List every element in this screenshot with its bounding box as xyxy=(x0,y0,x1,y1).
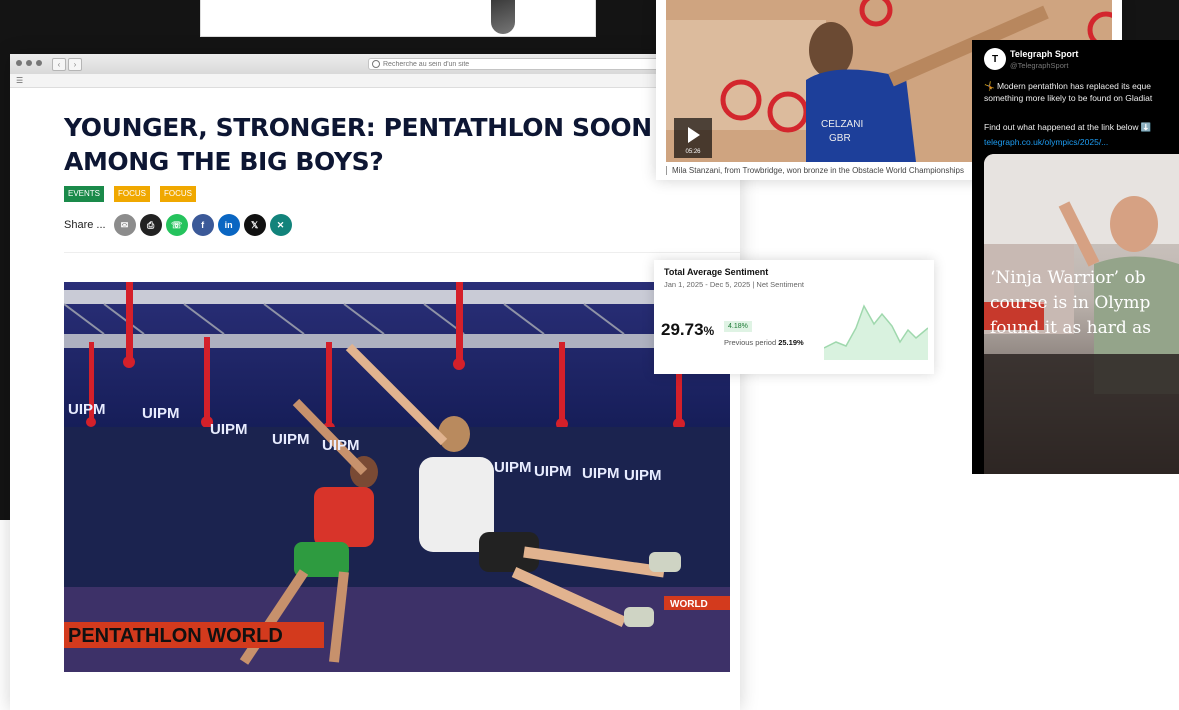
headline-line-1: YOUNGER, STRONGER: PENTATHLON SOON xyxy=(64,113,652,142)
forward-button[interactable]: › xyxy=(68,58,82,71)
article: YOUNGER, STRONGER: PENTATHLON SOON AMONG… xyxy=(42,106,740,710)
uipm-banner-text: UIPM xyxy=(494,459,532,476)
sentiment-previous: Previous period 25.19% xyxy=(724,338,804,347)
sentiment-value: 29.73% xyxy=(661,320,714,340)
tweet-text-line-1: 🤸 Modern pentathlon has replaced its equ… xyxy=(984,81,1151,91)
uipm-banner-text: UIPM xyxy=(68,401,106,418)
sentiment-title: Total Average Sentiment xyxy=(664,267,769,277)
top-partial-card xyxy=(200,0,596,37)
tag-focus[interactable]: FOCUS xyxy=(160,186,197,202)
browser-chrome: ‹ › xyxy=(10,54,740,75)
previous-label: Previous period xyxy=(724,338,777,347)
divider xyxy=(64,252,740,253)
sentiment-subtitle: Jan 1, 2025 - Dec 5, 2025 | Net Sentimen… xyxy=(664,280,804,289)
sentiment-unit: % xyxy=(703,324,715,338)
search-icon xyxy=(372,60,380,68)
tweet-handle[interactable]: @TelegraphSport xyxy=(1010,61,1068,70)
play-button[interactable]: 05:26 xyxy=(674,118,712,158)
share-label: Share ... xyxy=(64,219,106,231)
hero-illustration: UIPM UIPMUIPMUIPM UIPMUIPM UIPM UIPM UIPM PEN… xyxy=(64,282,730,672)
list-icon[interactable]: ☰ xyxy=(16,76,23,85)
shirt-text-2: GBR xyxy=(829,133,851,144)
sparkline-area xyxy=(824,306,928,360)
url-input[interactable] xyxy=(383,60,703,68)
uipm-banner-text: UIPM xyxy=(210,421,248,438)
tag-events[interactable]: EVENTS xyxy=(64,186,105,202)
back-button[interactable]: ‹ xyxy=(52,58,66,71)
tag-focus[interactable]: FOCUS xyxy=(114,186,151,202)
uipm-banner-text: UIPM xyxy=(624,467,662,484)
sentiment-change-badge: 4.18% xyxy=(724,321,752,332)
sentiment-number: 29.73 xyxy=(661,320,704,339)
tweet-link[interactable]: telegraph.co.uk/olympics/2025/... xyxy=(984,137,1108,147)
nav-buttons: ‹ › xyxy=(52,58,82,71)
telegraph-avatar[interactable]: T xyxy=(984,48,1006,70)
tweet-text-line-3: Find out what happened at the link below… xyxy=(984,122,1152,132)
sentiment-card: Total Average Sentiment Jan 1, 2025 - De… xyxy=(654,260,934,374)
uipm-banner-text: UIPM xyxy=(534,463,572,480)
floor-banner-text: PENTATHLON WORLD xyxy=(68,625,283,647)
linkedin-icon[interactable]: in xyxy=(217,214,240,236)
window-controls xyxy=(16,60,42,66)
tweet-headline-line-3: found it as hard as xyxy=(990,318,1152,338)
hero-image: UIPM UIPM UIPM UIPM UIPM UIPM UIPM UIPM UIPM PEN… xyxy=(64,282,730,672)
uipm-banner-text: UIPM xyxy=(322,437,360,454)
facebook-icon[interactable]: f xyxy=(191,214,214,236)
previous-value: 25.19% xyxy=(778,338,804,347)
close-dot[interactable] xyxy=(16,60,22,66)
xing-icon[interactable]: ✕ xyxy=(269,214,292,236)
shirt-text-1: CELZANI xyxy=(821,119,863,130)
sentiment-sparkline xyxy=(824,304,928,360)
tweet-headline-line-2: course is in Olymp xyxy=(990,293,1151,313)
background-dark-side xyxy=(0,0,10,520)
shoe-image xyxy=(491,0,515,34)
share-bar: Share ... ✉ ⎙ ☏ f in 𝕏 ✕ xyxy=(64,214,292,236)
tweet-account-name[interactable]: Telegraph Sport xyxy=(1010,49,1078,59)
browser-window: ‹ › ☰ YOUNGER, STRONGER: PENTATHLON SOON… xyxy=(10,54,740,710)
bookmarks-bar: ☰ xyxy=(10,74,740,88)
tweet-headline-line-1: ‘Ninja Warrior’ ob xyxy=(990,268,1146,288)
video-caption: Mila Stanzani, from Trowbridge, won bron… xyxy=(666,166,964,175)
tweet-card: T Telegraph Sport @TelegraphSport 🤸 Mode… xyxy=(972,40,1179,474)
truss-middle xyxy=(64,334,730,348)
minimize-dot[interactable] xyxy=(26,60,32,66)
truss-lattice xyxy=(64,303,705,335)
uipm-banner-text: UIPM xyxy=(272,431,310,448)
play-icon xyxy=(688,127,700,143)
side-banner-text: WORLD xyxy=(670,599,708,610)
x-icon[interactable]: 𝕏 xyxy=(243,214,266,236)
headline-line-2: AMONG THE BIG BOYS? xyxy=(64,147,384,176)
tweet-card-headline[interactable]: ‘Ninja Warrior’ ob course is in Olymp fo… xyxy=(990,266,1179,341)
uipm-banner-text: UIPM xyxy=(142,405,180,422)
email-icon[interactable]: ✉ xyxy=(113,214,136,236)
page-title: YOUNGER, STRONGER: PENTATHLON SOON AMONG… xyxy=(64,111,654,179)
whatsapp-icon[interactable]: ☏ xyxy=(165,214,188,236)
truss-top xyxy=(64,290,730,304)
maximize-dot[interactable] xyxy=(36,60,42,66)
video-duration: 05:26 xyxy=(685,149,701,155)
uipm-banner-text: UIPM xyxy=(582,465,620,482)
tag-list: EVENTS FOCUS FOCUS xyxy=(64,186,197,202)
tweet-text-line-2: something more likely to be found on Gla… xyxy=(984,93,1153,103)
print-icon[interactable]: ⎙ xyxy=(139,214,162,236)
